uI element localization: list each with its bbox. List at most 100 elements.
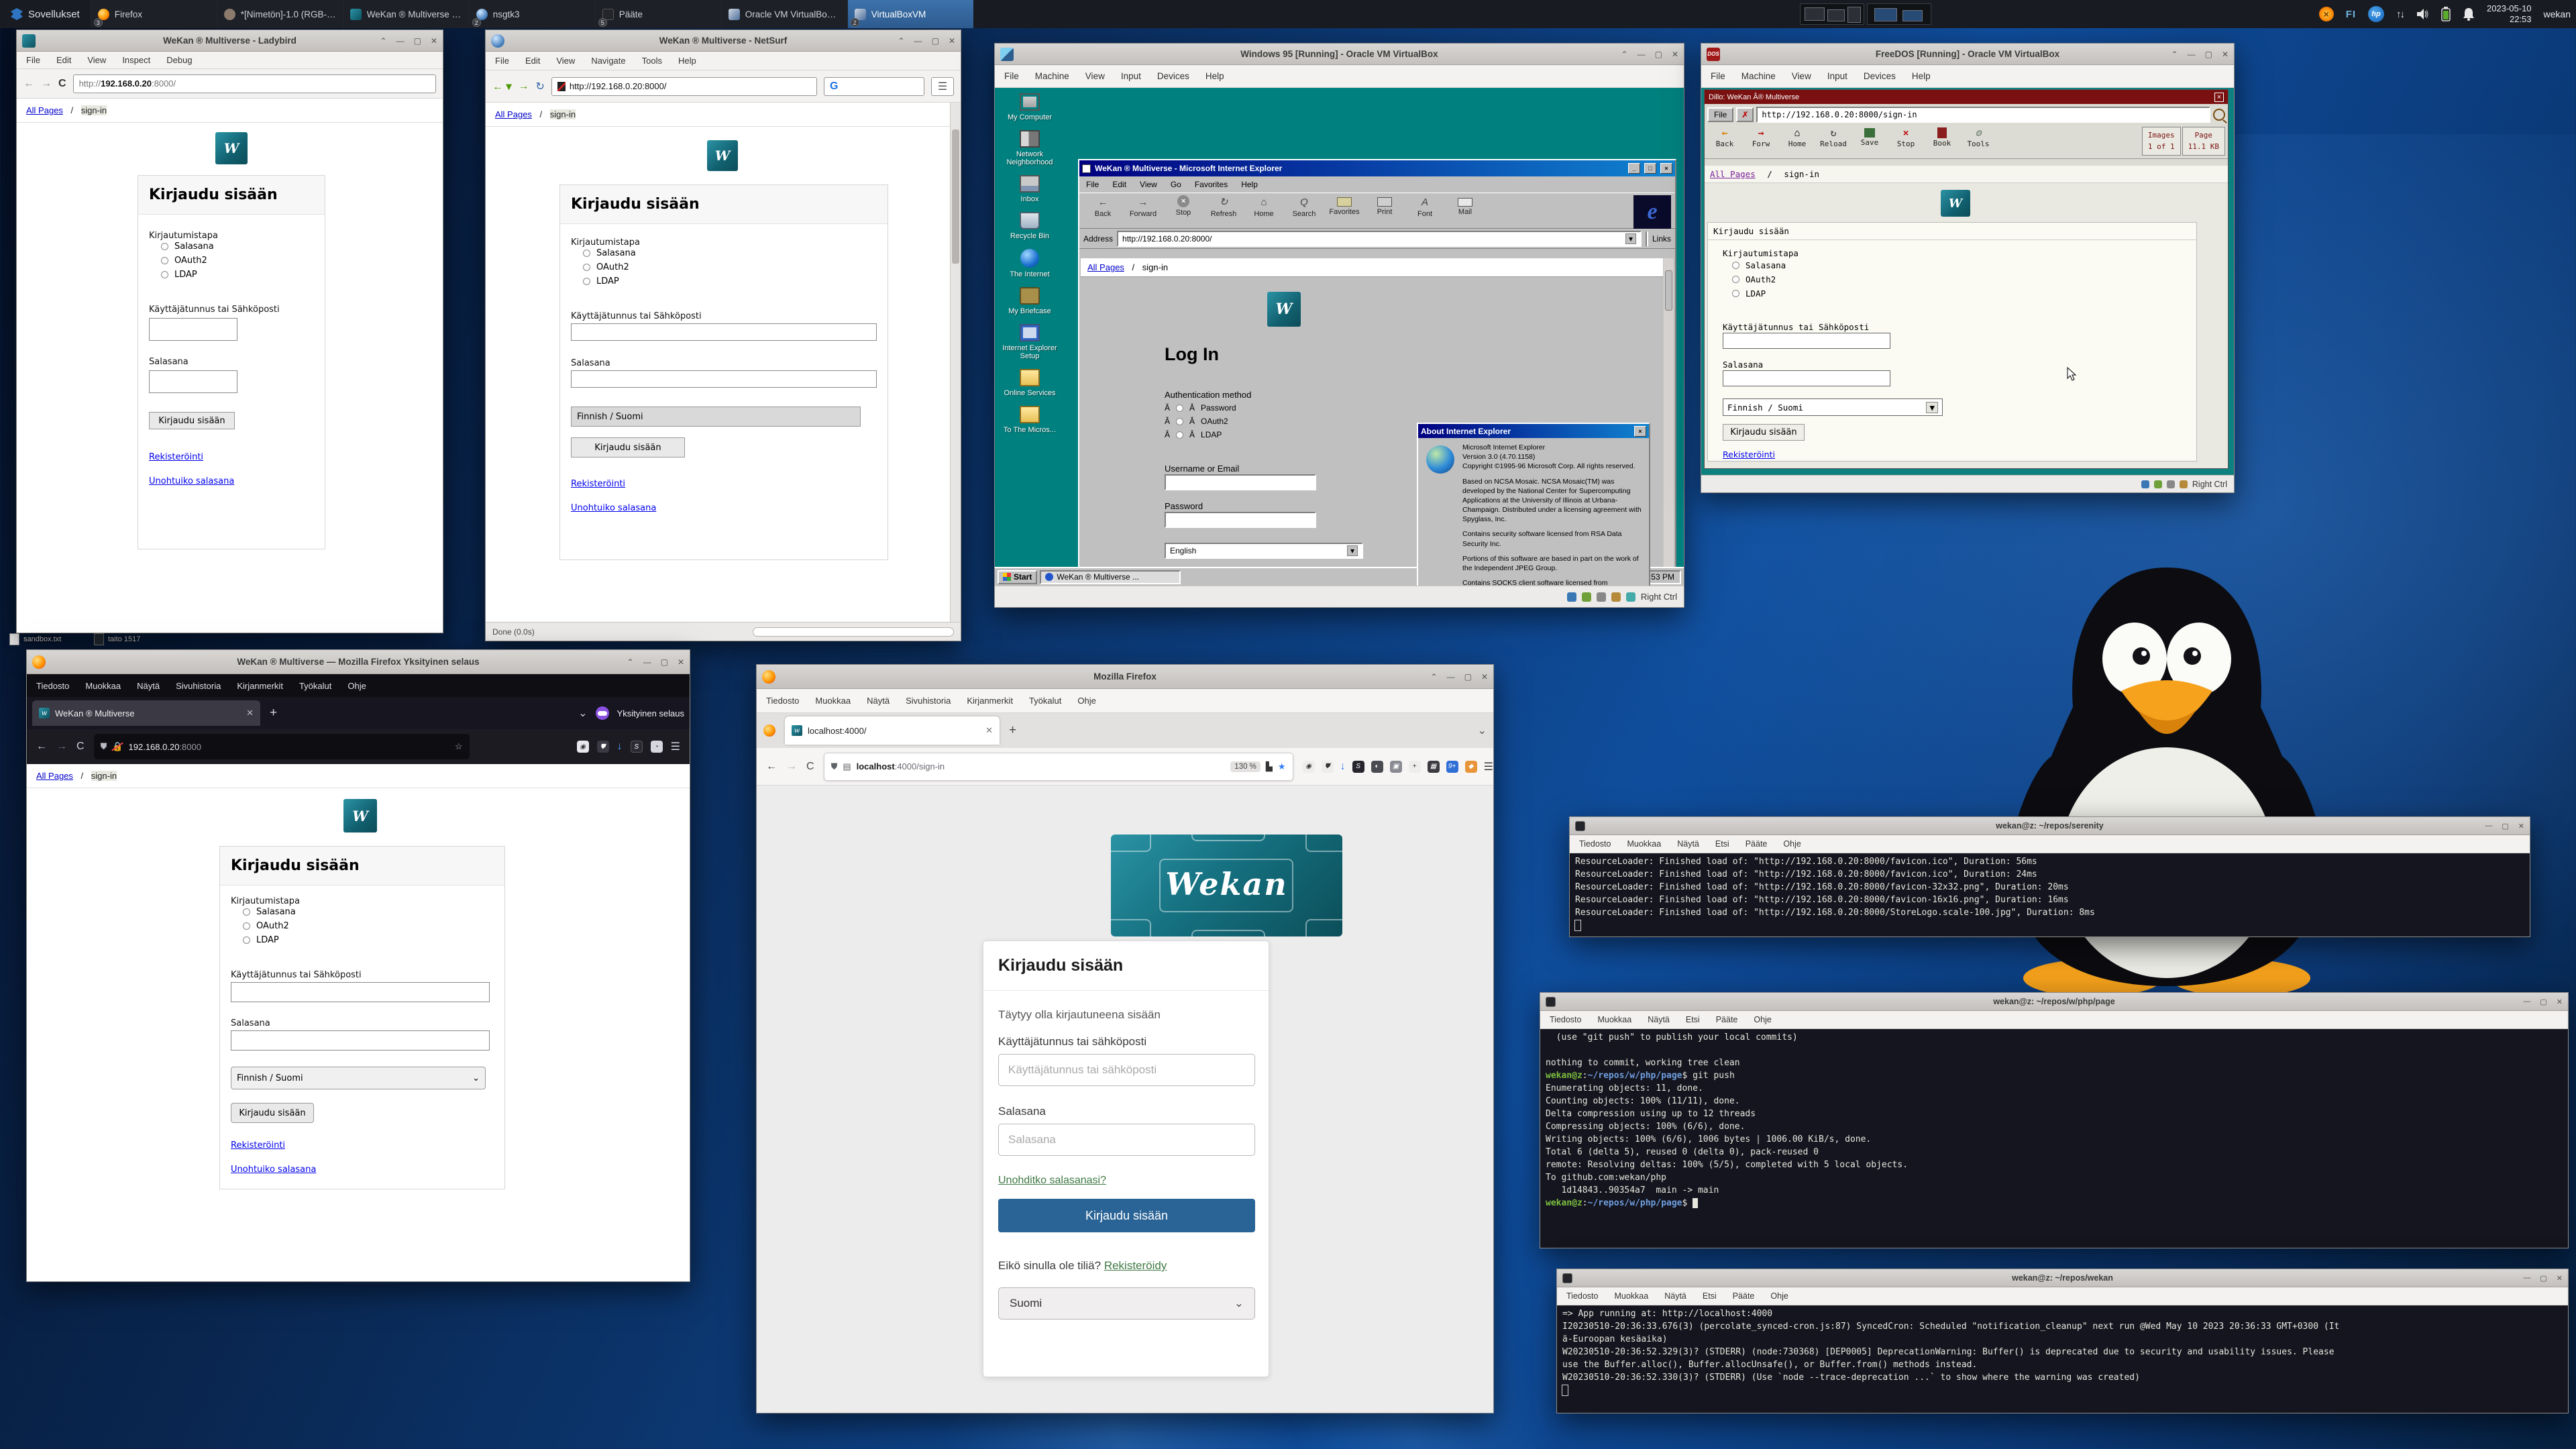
maximize-button[interactable]: ▢ bbox=[1655, 50, 1662, 59]
maximize-button[interactable]: ▢ bbox=[2502, 822, 2508, 830]
register-link[interactable]: Rekisteröinti bbox=[1723, 449, 1775, 460]
insecure-lock-icon[interactable]: 🔒 bbox=[112, 741, 123, 752]
ladybird-menu[interactable]: View bbox=[86, 54, 107, 66]
minimize-button[interactable]: — bbox=[2188, 50, 2196, 59]
minimize-button[interactable]: — bbox=[2523, 1274, 2530, 1283]
terminal-titlebar[interactable]: wekan@z: ~/repos/wekan —▢✕ bbox=[1557, 1269, 2568, 1287]
ie-menu[interactable]: Help bbox=[1240, 178, 1259, 191]
ladybird-menu[interactable]: Edit bbox=[55, 54, 72, 66]
reload-button[interactable]: ↻ bbox=[535, 80, 544, 93]
extension-puzzle-icon[interactable]: + bbox=[1409, 761, 1421, 773]
minimize-button[interactable]: — bbox=[1638, 50, 1646, 59]
terminal-output[interactable]: ResourceLoader: Finished load of: "http:… bbox=[1570, 853, 2530, 936]
netsurf-menu[interactable]: Navigate bbox=[590, 54, 627, 67]
dillo-titlebar[interactable]: Dillo: WeKan Â® Multiverse × bbox=[1705, 90, 2228, 104]
netsurf-menu[interactable]: Edit bbox=[524, 54, 541, 67]
firefox-titlebar[interactable]: WeKan ® Multiverse — Mozilla Firefox Yks… bbox=[27, 650, 690, 674]
password-input[interactable] bbox=[1165, 512, 1316, 528]
battery-icon[interactable] bbox=[2441, 7, 2451, 21]
bookmark-star-icon[interactable]: ☆ bbox=[455, 741, 463, 752]
back-button[interactable]: ← bbox=[23, 78, 34, 90]
auth-method-radio[interactable]: OAuth2 bbox=[161, 256, 214, 266]
notification-plugin-icon[interactable]: × bbox=[2319, 7, 2334, 21]
maximize-button[interactable]: ▢ bbox=[1464, 672, 1472, 682]
language-select[interactable]: English ▾ bbox=[1165, 543, 1363, 559]
terminal-menu[interactable]: Ohje bbox=[1769, 1290, 1789, 1302]
extension-icon[interactable]: ◉ bbox=[1303, 761, 1315, 773]
ie-toolbar-button[interactable]: ⌂Home bbox=[1244, 195, 1283, 218]
terminal-titlebar[interactable]: wekan@z: ~/repos/serenity —▢✕ bbox=[1570, 817, 2530, 835]
win95-desktop-icon[interactable]: Internet Explorer Setup bbox=[1002, 324, 1058, 360]
ie-titlebar[interactable]: WeKan ® Multiverse - Microsoft Internet … bbox=[1079, 160, 1675, 176]
workspace-2[interactable] bbox=[1867, 3, 1931, 25]
shade-button[interactable]: ⌃ bbox=[1621, 50, 1628, 59]
firefox-menu[interactable]: Näytä bbox=[136, 680, 161, 692]
password-input[interactable] bbox=[571, 370, 877, 388]
dillo-toolbar-button[interactable]: ⚙Tools bbox=[1961, 127, 1996, 148]
ie-menu[interactable]: File bbox=[1085, 178, 1100, 191]
shade-button[interactable]: ⌃ bbox=[380, 36, 387, 46]
username-input[interactable] bbox=[231, 982, 490, 1002]
ie-toolbar-button[interactable]: Print bbox=[1365, 195, 1404, 218]
terminal-menu[interactable]: Näytä bbox=[1663, 1290, 1688, 1302]
taskbar-button[interactable]: *[Nimetön]-1.0 (RGB-vä... bbox=[217, 0, 343, 28]
links-button[interactable]: Links bbox=[1652, 234, 1671, 244]
new-tab-button[interactable]: + bbox=[1009, 723, 1016, 738]
url-field[interactable]: http://192.168.0.20:8000/sign-in bbox=[1756, 107, 2210, 123]
tab-close-icon[interactable]: ✕ bbox=[985, 725, 993, 736]
search-box[interactable]: G bbox=[824, 77, 924, 96]
forward-button[interactable]: → bbox=[518, 80, 529, 93]
register-link[interactable]: Rekisteröinti bbox=[231, 1140, 285, 1150]
firefox-pin-icon[interactable] bbox=[763, 724, 775, 737]
download-icon[interactable]: ↓ bbox=[617, 741, 623, 753]
firefox-menu[interactable]: Tiedosto bbox=[35, 680, 70, 692]
back-button[interactable]: ← bbox=[36, 741, 47, 753]
clear-url-button[interactable]: ✗ bbox=[1736, 107, 1754, 122]
reload-button[interactable]: C bbox=[76, 741, 85, 753]
firefox-titlebar[interactable]: Mozilla Firefox ⌃—▢✕ bbox=[757, 665, 1493, 689]
auth-method-radio[interactable]: Salasana bbox=[161, 241, 214, 252]
vbox-menu[interactable]: Devices bbox=[1862, 70, 1897, 83]
forgot-password-link[interactable]: Unohtuiko salasana bbox=[149, 476, 234, 486]
vbox-menu[interactable]: Machine bbox=[1034, 70, 1071, 83]
auth-method-radio[interactable]: LDAP bbox=[583, 276, 636, 286]
netsurf-titlebar[interactable]: WeKan ® Multiverse - NetSurf ⌃—▢✕ bbox=[486, 30, 961, 52]
dillo-toolbar-button[interactable]: Save bbox=[1852, 127, 1887, 148]
vbox-menu[interactable]: View bbox=[1790, 70, 1813, 83]
dillo-toolbar-button[interactable]: Book bbox=[1925, 127, 1960, 148]
auth-method-radio[interactable]: OAuth2 bbox=[243, 921, 296, 931]
ie-menu[interactable]: View bbox=[1138, 178, 1159, 191]
firefox-menu[interactable]: Sivuhistoria bbox=[174, 680, 222, 692]
terminal-menu[interactable]: Tiedosto bbox=[1548, 1014, 1582, 1026]
ie-menu[interactable]: Favorites bbox=[1193, 178, 1229, 191]
forgot-password-link[interactable]: Unohtuiko salasana bbox=[1723, 467, 1805, 468]
close-button[interactable]: ✕ bbox=[2557, 1274, 2563, 1283]
netsurf-menu[interactable]: Help bbox=[677, 54, 698, 67]
netsurf-menu[interactable]: Tools bbox=[641, 54, 663, 67]
taskbar-button[interactable]: Firefox3 bbox=[91, 0, 217, 28]
vbox-titlebar[interactable]: DOS FreeDOS [Running] - Oracle VM Virtua… bbox=[1701, 44, 2234, 65]
vbox-menu[interactable]: View bbox=[1084, 70, 1106, 83]
taskbar-button[interactable]: WeKan ® Multiverse - L... bbox=[343, 0, 469, 28]
tab-localhost[interactable]: w localhost:4000/ ✕ bbox=[785, 716, 1000, 745]
ie-toolbar-button[interactable]: Favorites bbox=[1325, 195, 1364, 218]
all-pages-link[interactable]: All Pages bbox=[1710, 169, 1756, 179]
minimize-button[interactable]: — bbox=[2485, 822, 2492, 830]
netsurf-menu[interactable]: File bbox=[494, 54, 511, 67]
win95-desktop-icon[interactable]: My Briefcase bbox=[1002, 287, 1058, 315]
vertical-scrollbar[interactable] bbox=[950, 103, 961, 622]
terminal-menu[interactable]: Muokkaa bbox=[1596, 1014, 1633, 1026]
desktop-icon-sandbox[interactable]: sandbox.txt bbox=[9, 633, 61, 645]
firefox-menu[interactable]: Työkalut bbox=[298, 680, 333, 692]
new-tab-button[interactable]: + bbox=[270, 706, 277, 720]
language-select[interactable]: Finnish / Suomi ▼ bbox=[1723, 398, 1943, 416]
url-bar[interactable]: http://192.168.0.20:8000/ bbox=[551, 77, 817, 96]
win95-desktop-icon[interactable]: Network Neighborhood bbox=[1002, 130, 1058, 166]
menu-icon[interactable]: ☰ bbox=[1484, 760, 1493, 773]
ladybird-menu[interactable]: Debug bbox=[165, 54, 193, 66]
forward-button[interactable]: → bbox=[41, 78, 52, 90]
auth-method-radio[interactable]: Salasana bbox=[1732, 260, 1786, 270]
extension-s-icon[interactable]: S bbox=[1352, 761, 1364, 773]
all-pages-link[interactable]: All Pages bbox=[36, 771, 73, 781]
terminal-menu[interactable]: Ohje bbox=[1752, 1014, 1772, 1026]
